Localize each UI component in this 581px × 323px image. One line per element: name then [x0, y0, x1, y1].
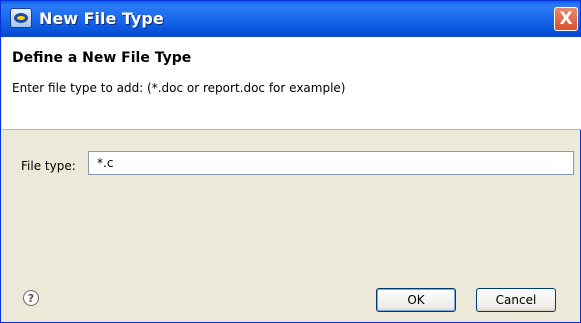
title-bar[interactable]: New File Type X: [1, 1, 580, 37]
dialog-header: Define a New File Type Enter file type t…: [2, 37, 581, 130]
close-icon[interactable]: X: [554, 7, 578, 31]
dialog-window: New File Type X Define a New File Type E…: [0, 0, 581, 323]
app-icon: [10, 8, 32, 28]
file-type-input[interactable]: [88, 151, 574, 175]
header-title: Define a New File Type: [12, 50, 192, 66]
file-type-label: File type:: [21, 159, 76, 173]
help-icon[interactable]: ?: [23, 290, 39, 306]
header-message: Enter file type to add: (*.doc or report…: [12, 81, 346, 95]
window-title: New File Type: [39, 9, 164, 28]
ok-button[interactable]: OK: [376, 288, 456, 312]
cancel-button[interactable]: Cancel: [476, 288, 556, 312]
